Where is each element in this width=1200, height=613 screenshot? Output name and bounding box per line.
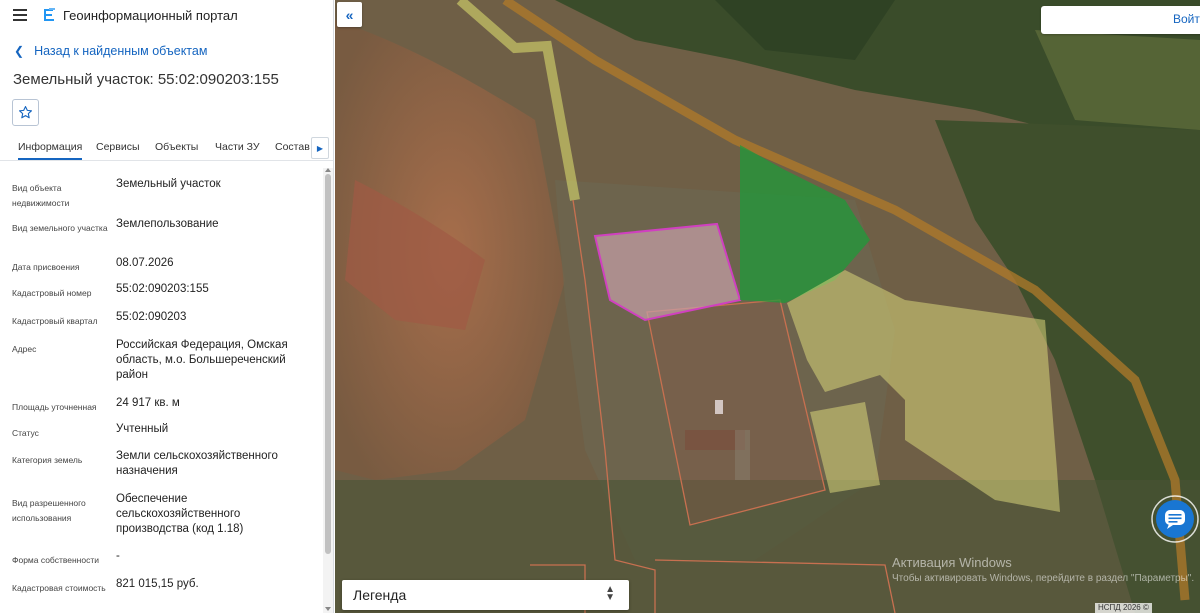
- legend-dropdown[interactable]: Легенда ▲ ▼: [342, 580, 629, 610]
- info-value: Российская Федерация, Омская область, м.…: [116, 339, 288, 381]
- scroll-down-icon[interactable]: [325, 607, 331, 611]
- portal-logo-icon: [44, 8, 55, 21]
- info-list: Вид объекта недвижимости Земельный участ…: [0, 168, 322, 613]
- info-label: Кадастровая стоимость: [12, 583, 106, 593]
- info-label: Форма собственности: [12, 555, 99, 565]
- hamburger-icon[interactable]: [13, 9, 27, 21]
- info-label: Вид разрешенного использования: [12, 498, 86, 523]
- windows-activation-title: Активация Windows: [892, 555, 1012, 570]
- tab-composition[interactable]: Состав: [275, 141, 310, 153]
- info-label: Вид объекта недвижимости: [12, 183, 70, 208]
- satellite-map-image: [335, 0, 1200, 613]
- chat-icon: [1151, 495, 1199, 543]
- info-label: Категория земель: [12, 455, 83, 465]
- windows-activation-hint: Чтобы активировать Windows, перейдите в …: [892, 573, 1195, 584]
- map-view[interactable]: [335, 0, 1200, 613]
- info-label: Кадастровый номер: [12, 288, 92, 298]
- info-label: Дата присвоения: [12, 262, 80, 272]
- legend-label: Легенда: [353, 587, 407, 603]
- tab-objects[interactable]: Объекты: [155, 141, 198, 153]
- scroll-up-icon[interactable]: [325, 168, 331, 172]
- info-label: Статус: [12, 428, 39, 438]
- windows-activation-watermark: Активация Windows Чтобы активировать Win…: [892, 555, 1194, 584]
- info-value: 55:02:090203: [116, 311, 187, 323]
- tab-information[interactable]: Информация: [18, 141, 83, 160]
- side-panel: Геоинформационный портал ❮ Назад к найде…: [0, 0, 334, 613]
- info-value: Землепользование: [116, 218, 219, 230]
- info-label: Кадастровый квартал: [12, 316, 98, 326]
- scrollbar-thumb[interactable]: [325, 174, 331, 554]
- info-scrollbar[interactable]: [323, 168, 333, 613]
- tab-bar: Информация Сервисы Объекты Части ЗУ Сост…: [0, 137, 333, 161]
- app-title: Геоинформационный портал: [63, 8, 238, 23]
- chevron-up-down-icon: ▲ ▼: [605, 584, 615, 603]
- object-title: Земельный участок: 55:02:090203:155: [13, 71, 279, 88]
- info-value: 08.07.2026: [116, 257, 174, 269]
- info-label: Адрес: [12, 344, 37, 354]
- info-value: Земли сельскохозяйственного назначения: [116, 450, 278, 477]
- chevron-left-icon: ❮: [14, 44, 25, 58]
- chat-button[interactable]: [1150, 494, 1200, 544]
- info-value: 821 015,15 руб.: [116, 578, 199, 590]
- collapse-panel-button[interactable]: «: [337, 2, 362, 27]
- info-value: Обеспечение сельскохозяйственного произв…: [116, 493, 244, 535]
- tabs-scroll-right-button[interactable]: ▶: [311, 137, 329, 159]
- login-button[interactable]: Войти: [1173, 12, 1200, 26]
- info-label: Вид земельного участка: [12, 223, 108, 233]
- tab-services[interactable]: Сервисы: [96, 141, 140, 153]
- info-value: 55:02:090203:155: [116, 283, 209, 295]
- favorite-button[interactable]: [12, 99, 39, 126]
- map-attribution: НСПД 2026 ©: [1095, 603, 1152, 613]
- star-outline-icon: [19, 106, 32, 119]
- tab-parcel-parts[interactable]: Части ЗУ: [215, 141, 260, 153]
- back-link[interactable]: ❮ Назад к найденным объектам: [14, 44, 207, 58]
- info-value: Учтенный: [116, 423, 169, 435]
- info-label: Площадь уточненная: [12, 402, 97, 412]
- back-link-label: Назад к найденным объектам: [34, 44, 208, 58]
- info-value: Земельный участок: [116, 178, 221, 190]
- info-value: -: [116, 550, 120, 562]
- info-value: 24 917 кв. м: [116, 397, 180, 409]
- top-bar: Геоинформационный портал: [0, 0, 333, 32]
